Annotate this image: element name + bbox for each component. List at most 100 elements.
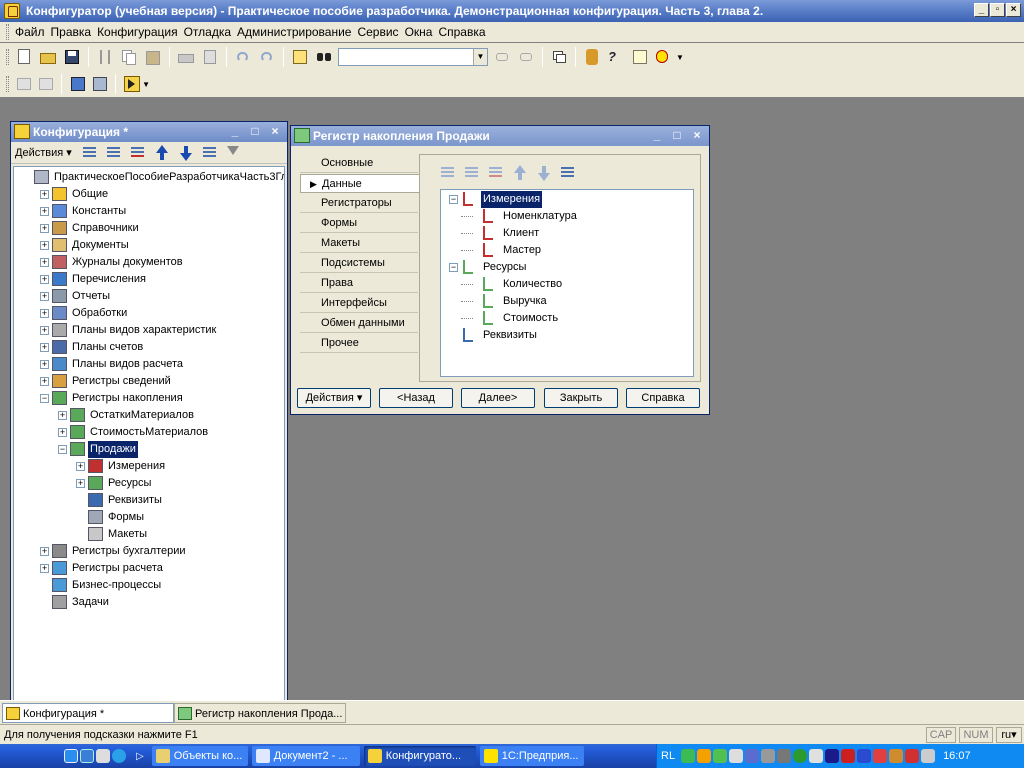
tree-item[interactable]: + Планы счетов: [14, 339, 284, 356]
save-icon[interactable]: [62, 47, 82, 67]
edit-icon[interactable]: [104, 143, 124, 163]
tray-antivirus-icon[interactable]: [841, 749, 856, 763]
expand-icon[interactable]: +: [40, 309, 49, 318]
tab-3[interactable]: Формы: [300, 214, 418, 233]
tree-item-sales-selected[interactable]: − Продажи: [14, 441, 284, 458]
configuration-window-caption[interactable]: Конфигурация * _ □ ×: [11, 122, 287, 142]
tab-8[interactable]: Обмен данными: [300, 314, 418, 333]
actions-button[interactable]: Действия ▾: [297, 388, 371, 408]
tree-item[interactable]: Формы: [14, 509, 284, 526]
task-enterprise[interactable]: 1С:Предприя...: [479, 746, 584, 766]
quicklaunch-media-icon[interactable]: [112, 749, 126, 763]
register-tree-item[interactable]: Клиент: [441, 225, 691, 242]
sort-icon[interactable]: [558, 163, 578, 183]
restore-app-button[interactable]: ▫: [990, 3, 1005, 17]
tray-security-icon[interactable]: [873, 749, 888, 763]
new-document-icon[interactable]: [14, 47, 34, 67]
open-icon[interactable]: [38, 47, 58, 67]
move-up-icon[interactable]: [152, 143, 172, 163]
menu-help[interactable]: Справка: [435, 22, 488, 42]
actions-menu-button[interactable]: Действия ▾: [15, 146, 78, 159]
task-word[interactable]: Документ2 - ...: [251, 746, 360, 766]
close-icon[interactable]: ×: [689, 129, 705, 143]
tab-9[interactable]: Прочее: [300, 334, 418, 353]
expand-icon[interactable]: +: [40, 241, 49, 250]
menu-edit[interactable]: Правка: [48, 22, 95, 42]
expand-icon[interactable]: +: [58, 411, 67, 420]
move-down-icon[interactable]: [176, 143, 196, 163]
tab-5[interactable]: Подсистемы: [300, 254, 418, 273]
tree-item[interactable]: + Справочники: [14, 220, 284, 237]
quicklaunch-windows-icon[interactable]: [64, 749, 78, 763]
copy-icon[interactable]: [119, 47, 139, 67]
tree-item[interactable]: + Константы: [14, 203, 284, 220]
tree-item[interactable]: + Перечисления: [14, 271, 284, 288]
quicklaunch-ie-icon[interactable]: [80, 749, 94, 763]
preview-icon[interactable]: [200, 47, 220, 67]
back-button[interactable]: <Назад: [379, 388, 453, 408]
toolbar-more-icon[interactable]: ▼: [676, 53, 684, 62]
configuration-tree[interactable]: ПрактическоеПособиеРазработчикаЧасть3Гла…: [13, 166, 285, 702]
tab-4[interactable]: Макеты: [300, 234, 418, 253]
maximize-icon[interactable]: □: [247, 125, 263, 139]
register-tree-item[interactable]: − Ресурсы: [441, 259, 691, 276]
copy-item-icon[interactable]: [462, 163, 482, 183]
collapse-icon[interactable]: −: [449, 263, 458, 272]
minimize-app-button[interactable]: _: [974, 3, 989, 17]
tree-item[interactable]: Макеты: [14, 526, 284, 543]
register-tree-item[interactable]: Мастер: [441, 242, 691, 259]
language-indicator[interactable]: ru▾: [996, 727, 1022, 743]
add-icon[interactable]: [438, 163, 458, 183]
menu-configuration[interactable]: Конфигурация: [94, 22, 181, 42]
register-tree-item[interactable]: Выручка: [441, 293, 691, 310]
chevron-down-icon[interactable]: ▼: [473, 49, 487, 65]
menu-windows[interactable]: Окна: [402, 22, 436, 42]
expand-icon[interactable]: +: [40, 190, 49, 199]
minimize-icon[interactable]: _: [227, 125, 243, 139]
delete-icon[interactable]: [486, 163, 506, 183]
quicklaunch-desktop-icon[interactable]: [96, 749, 110, 763]
task-explorer[interactable]: Объекты ко...: [151, 746, 248, 766]
expand-icon[interactable]: +: [40, 258, 49, 267]
move-up-icon[interactable]: [510, 163, 530, 183]
expand-icon[interactable]: +: [40, 326, 49, 335]
search-combo[interactable]: ▼: [338, 48, 488, 66]
expand-icon[interactable]: +: [40, 207, 49, 216]
tray-mail-icon[interactable]: [889, 749, 904, 763]
tray-app-icon[interactable]: [697, 749, 712, 763]
undo-icon[interactable]: [233, 47, 253, 67]
expand-icon[interactable]: +: [40, 275, 49, 284]
menu-debug[interactable]: Отладка: [181, 22, 234, 42]
tree-item[interactable]: + Регистры сведений: [14, 373, 284, 390]
find-prev-icon[interactable]: [516, 47, 536, 67]
redo-icon[interactable]: [257, 47, 277, 67]
syntax-helper-icon[interactable]: [630, 47, 650, 67]
1c-info-icon[interactable]: [654, 47, 674, 67]
expand-icon[interactable]: +: [40, 360, 49, 369]
windows-icon[interactable]: [549, 47, 569, 67]
tray-download-icon[interactable]: [713, 749, 728, 763]
register-window-caption[interactable]: Регистр накопления Продажи _ □ ×: [291, 126, 709, 146]
tree-item[interactable]: − Регистры накопления: [14, 390, 284, 407]
tree-item[interactable]: + Документы: [14, 237, 284, 254]
move-down-icon[interactable]: [534, 163, 554, 183]
menu-file[interactable]: Файл: [12, 22, 48, 42]
tray-network2-icon[interactable]: [761, 749, 776, 763]
tree-item[interactable]: + Отчеты: [14, 288, 284, 305]
close-icon[interactable]: ×: [267, 125, 283, 139]
register-tree-item[interactable]: − Измерения: [441, 190, 691, 209]
expand-icon[interactable]: +: [58, 428, 67, 437]
expand-icon[interactable]: +: [40, 564, 49, 573]
tree-root[interactable]: ПрактическоеПособиеРазработчикаЧасть3Гла…: [14, 169, 284, 186]
collapse-icon[interactable]: −: [40, 394, 49, 403]
tree-item[interactable]: + Измерения: [14, 458, 284, 475]
tray-network-icon[interactable]: [681, 749, 696, 763]
tray-shield-icon[interactable]: [825, 749, 840, 763]
tray-volume-icon[interactable]: [921, 749, 936, 763]
input-language[interactable]: RL: [661, 750, 675, 762]
tray-opera-icon[interactable]: [905, 749, 920, 763]
tray-monitor-icon[interactable]: [745, 749, 760, 763]
expand-icon[interactable]: +: [40, 377, 49, 386]
expand-icon[interactable]: +: [40, 343, 49, 352]
binoculars-icon[interactable]: [314, 47, 334, 67]
